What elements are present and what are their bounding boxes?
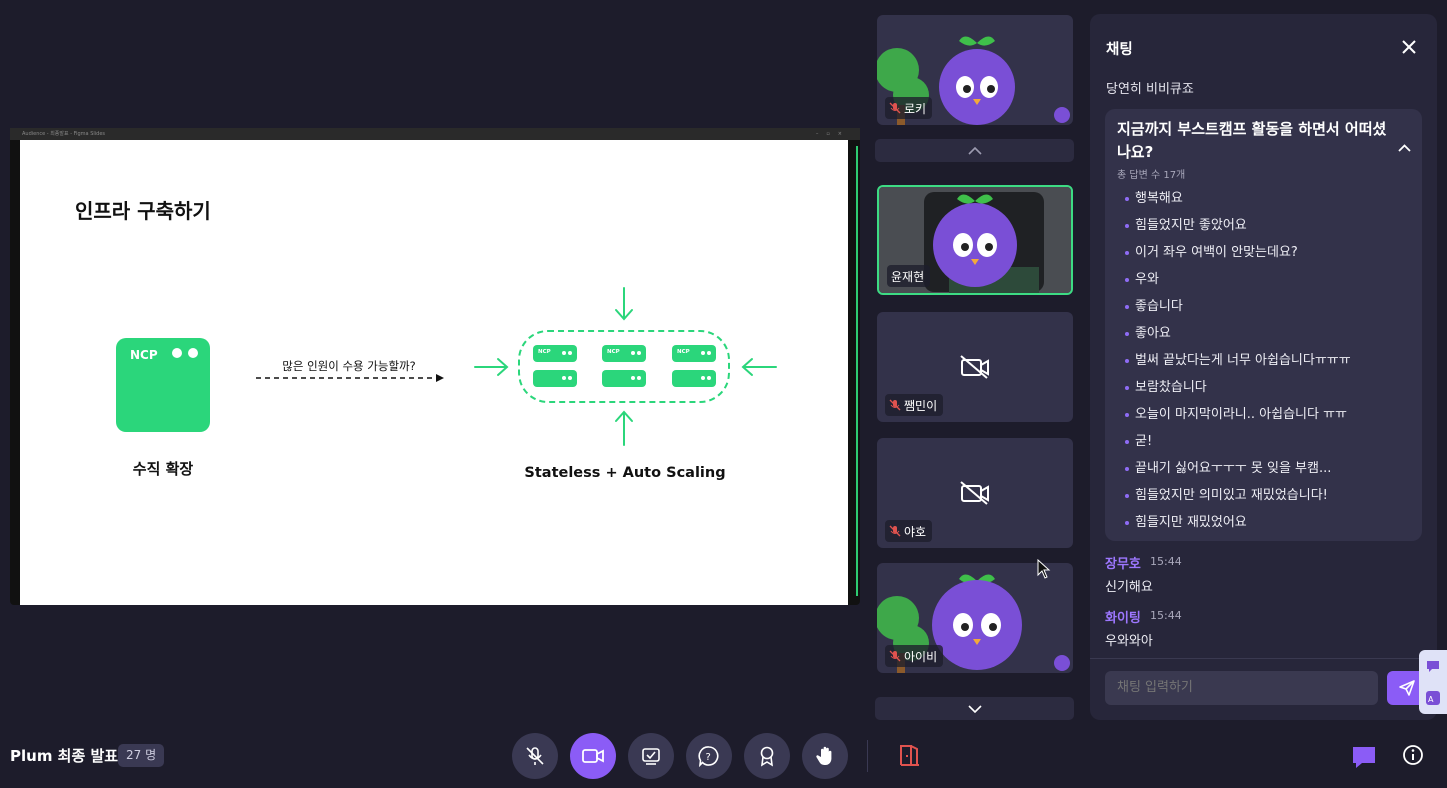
- answer-item: 오늘이 마지막이라니.. 아쉽습니다 ㅠㅠ: [1123, 401, 1351, 428]
- question-card: 지금까지 부스트캠프 활동을 하면서 어떠셨나요? 총 답변 수 17개 행복해…: [1105, 109, 1422, 541]
- screen-share-button[interactable]: [628, 733, 674, 779]
- participant-name: 아이비: [904, 649, 938, 664]
- camera-toggle-button[interactable]: [570, 733, 616, 779]
- shared-screen: Audience - 최종발표 - Figma Slides –▫× 인프라 구…: [10, 128, 860, 605]
- participant-count-badge[interactable]: 27 명: [118, 744, 165, 767]
- exit-room-icon[interactable]: [897, 742, 923, 768]
- server-node: [533, 370, 577, 387]
- auto-scaling-cluster: NCP NCP NCP: [518, 330, 730, 403]
- shared-window-titlebar: Audience - 최종발표 - Figma Slides –▫×: [10, 128, 860, 140]
- answer-item: 힘들지만 재밌었어요: [1123, 509, 1351, 536]
- mic-muted-icon: [889, 650, 901, 662]
- chat-bubble-icon[interactable]: [1425, 658, 1441, 674]
- chat-message-time: 15:44: [1150, 555, 1182, 568]
- toolbar-divider: [867, 740, 868, 772]
- window-controls: –▫×: [815, 131, 850, 137]
- answer-count: 총 답변 수 17개: [1117, 170, 1186, 181]
- chat-message-time: 15:44: [1150, 609, 1182, 622]
- question-title: 지금까지 부스트캠프 활동을 하면서 어떠셨나요?: [1117, 120, 1387, 161]
- answer-item: 좋아요: [1123, 320, 1351, 347]
- svg-text:A: A: [1428, 695, 1434, 704]
- mic-muted-icon: [889, 525, 901, 537]
- chat-message-text: 신기해요: [1105, 580, 1153, 595]
- slide-canvas: 인프라 구축하기 NCP 수직 확장 많은 인원이 수용 가능할까? NCP N…: [20, 140, 848, 605]
- participant-tile-roki[interactable]: 로키: [877, 15, 1073, 125]
- chat-input[interactable]: [1105, 671, 1378, 705]
- answer-list: 행복해요 힘들었지만 좋았어요 이거 좌우 여백이 안맞는데요? 우와 좋습니다…: [1123, 185, 1351, 536]
- participant-name-tag: 로키: [885, 97, 933, 119]
- mic-muted-icon: [889, 102, 901, 114]
- chat-message-author: 화이팅: [1105, 611, 1141, 626]
- camera-off-icon: [960, 355, 989, 379]
- answer-item: 굳!: [1123, 428, 1351, 455]
- participant-tile-yaho[interactable]: 야호: [877, 438, 1073, 548]
- chat-panel: 채팅 당연히 비비큐죠 지금까지 부스트캠프 활동을 하면서 어떠셨나요? 총 …: [1090, 14, 1437, 720]
- floating-tools: A: [1419, 650, 1447, 714]
- scroll-down-button[interactable]: [875, 697, 1074, 720]
- chat-toggle-icon[interactable]: [1351, 744, 1377, 770]
- answer-item: 우와: [1123, 266, 1351, 293]
- participant-name-tag: 아이비: [885, 645, 944, 667]
- auto-scaling-caption: Stateless + Auto Scaling: [524, 465, 726, 481]
- info-icon[interactable]: [1402, 744, 1424, 766]
- answer-item: 힘들었지만 의미있고 재밌었습니다!: [1123, 482, 1351, 509]
- raise-hand-button[interactable]: [802, 733, 848, 779]
- svg-text:?: ?: [706, 752, 711, 763]
- participant-name: 쨈민이: [904, 398, 938, 413]
- camera-off-icon: [960, 481, 989, 505]
- camera-icon: [582, 749, 604, 763]
- answer-item: 행복해요: [1123, 185, 1351, 212]
- chevron-up-icon: [967, 146, 982, 155]
- answer-item: 벌써 끝났다는게 너무 아쉽습니다ㅠㅠㅠ: [1123, 347, 1351, 374]
- mic-toggle-button[interactable]: [512, 733, 558, 779]
- mic-muted-icon: [889, 399, 901, 411]
- server-node: [602, 370, 646, 387]
- server-node: [672, 370, 716, 387]
- answer-item: 좋습니다: [1123, 293, 1351, 320]
- answer-item: 끝내기 싫어요ㅜㅜㅜ 못 잊을 부캠...: [1123, 455, 1351, 482]
- chat-divider: [1090, 658, 1437, 659]
- participant-tile-jjaemmin[interactable]: 쨈민이: [877, 312, 1073, 422]
- server-node: NCP: [602, 345, 646, 362]
- server-node: NCP: [533, 345, 577, 362]
- chevron-up-icon[interactable]: [1398, 144, 1411, 152]
- screen-share-icon: [642, 748, 660, 765]
- answer-item: 힘들었지만 좋았어요: [1123, 212, 1351, 239]
- participant-name-tag: 윤재현: [887, 265, 931, 287]
- badge-icon: [760, 746, 774, 767]
- chat-title: 채팅: [1106, 42, 1133, 58]
- raise-hand-icon: [816, 746, 832, 765]
- shared-window-title: Audience - 최종발표 - Figma Slides: [22, 131, 105, 137]
- translate-icon[interactable]: A: [1425, 690, 1441, 706]
- participant-name: 윤재현: [891, 269, 925, 284]
- chat-message-text: 당연히 비비큐죠: [1106, 82, 1194, 97]
- answer-item: 이거 좌우 여백이 안맞는데요?: [1123, 239, 1351, 266]
- answer-item: 보람찼습니다: [1123, 374, 1351, 401]
- close-icon[interactable]: [1400, 38, 1418, 56]
- question-button[interactable]: ?: [686, 733, 732, 779]
- chat-message-author: 장무호: [1105, 557, 1141, 572]
- participant-name-tag: 쨈민이: [885, 394, 944, 416]
- chat-message-text: 우와와아: [1105, 634, 1153, 649]
- badge-button[interactable]: [744, 733, 790, 779]
- slide-edge-highlight: [856, 146, 858, 596]
- scroll-up-button[interactable]: [875, 139, 1074, 162]
- participant-name: 야호: [904, 524, 927, 539]
- server-node: NCP: [672, 345, 716, 362]
- participant-tile-yoonjaehyun[interactable]: 윤재현: [877, 185, 1073, 295]
- send-icon: [1399, 680, 1415, 696]
- participant-name-tag: 야호: [885, 520, 933, 542]
- room-title: Plum 최종 발표: [10, 747, 119, 765]
- chevron-down-icon: [967, 704, 982, 713]
- participant-name: 로키: [904, 101, 927, 116]
- mic-off-icon: [526, 747, 544, 765]
- mouse-cursor-icon: [1037, 559, 1051, 579]
- participant-tile-ivy[interactable]: 아이비: [877, 563, 1073, 673]
- question-icon: ?: [698, 746, 719, 767]
